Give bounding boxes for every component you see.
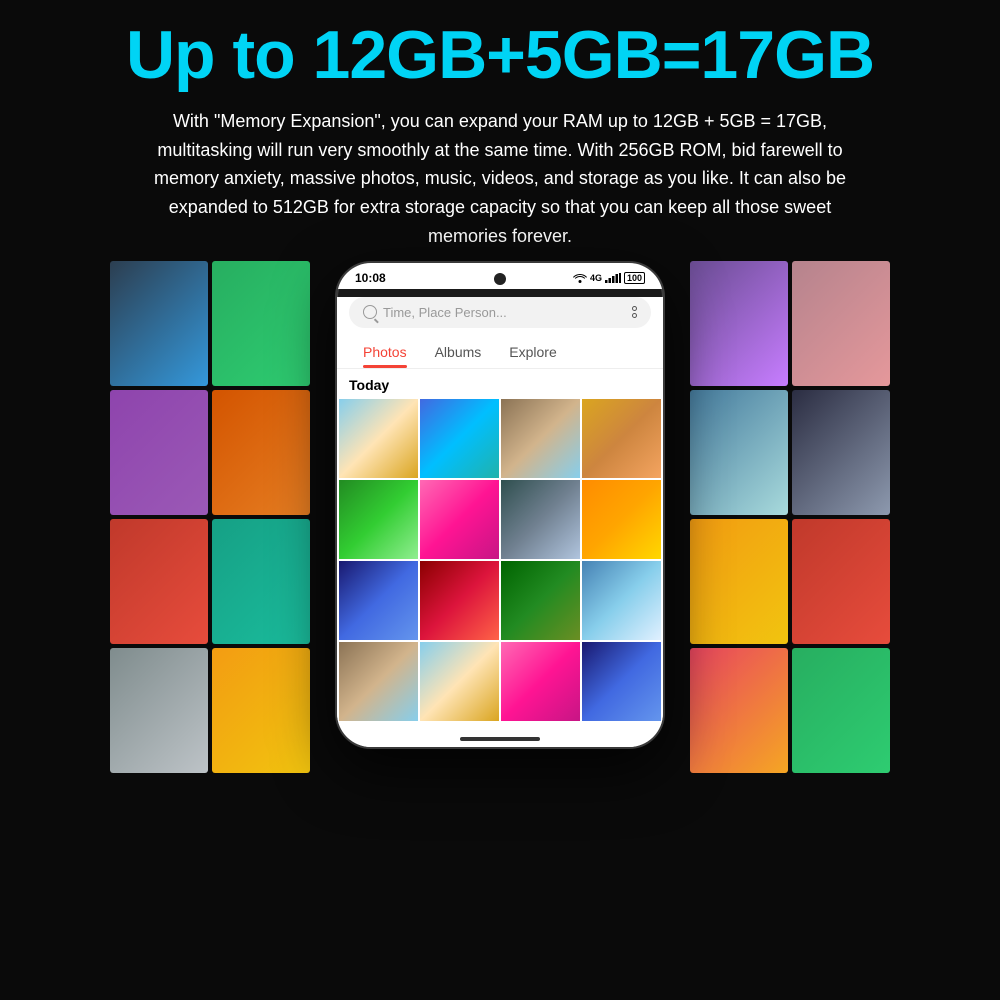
wifi-icon (573, 273, 587, 283)
phone-photo-grid (337, 397, 663, 723)
search-icon (363, 305, 377, 319)
phone-photo-9[interactable] (339, 561, 418, 640)
tab-explore[interactable]: Explore (495, 336, 570, 368)
bottom-bar (337, 723, 663, 747)
side-photo-4 (212, 390, 310, 515)
right-photo-8 (792, 648, 890, 773)
tab-albums[interactable]: Albums (421, 336, 496, 368)
tab-bar: Photos Albums Explore (337, 336, 663, 369)
phone-photo-3[interactable] (501, 399, 580, 478)
phone-body: 10:08 4G (335, 261, 665, 749)
phone-photo-1[interactable] (339, 399, 418, 478)
phone-photo-2[interactable] (420, 399, 499, 478)
phone-photo-8[interactable] (582, 480, 661, 559)
dot-top (632, 306, 637, 311)
phone-photo-16[interactable] (582, 642, 661, 721)
search-bar[interactable]: Time, Place Person... (349, 297, 651, 328)
phone-photo-6[interactable] (420, 480, 499, 559)
camera-notch (494, 273, 506, 285)
side-photo-8 (212, 648, 310, 773)
side-photo-3 (110, 390, 208, 515)
search-options[interactable] (632, 306, 637, 318)
left-photo-grid (110, 261, 310, 781)
tab-photos[interactable]: Photos (349, 336, 421, 368)
signal-icon (605, 273, 621, 283)
phone-photo-5[interactable] (339, 480, 418, 559)
right-photo-5 (690, 519, 788, 644)
headline: Up to 12GB+5GB=17GB (126, 18, 874, 93)
description: With "Memory Expansion", you can expand … (120, 107, 880, 251)
phone-photo-4[interactable] (582, 399, 661, 478)
right-photo-1 (690, 261, 788, 386)
page-wrapper: Up to 12GB+5GB=17GB With "Memory Expansi… (0, 0, 1000, 1000)
status-time: 10:08 (355, 271, 386, 285)
phone-wrapper: 10:08 4G (310, 261, 690, 749)
phone-photo-15[interactable] (501, 642, 580, 721)
right-photo-6 (792, 519, 890, 644)
right-photo-4 (792, 390, 890, 515)
phone-photo-11[interactable] (501, 561, 580, 640)
content-area: 10:08 4G (0, 261, 1000, 1000)
side-photo-6 (212, 519, 310, 644)
search-placeholder: Time, Place Person... (383, 305, 507, 320)
phone-screen: Time, Place Person... Photos Albums Expl… (337, 297, 663, 747)
home-indicator (460, 737, 540, 741)
dot-bottom (632, 313, 637, 318)
right-photo-7 (690, 648, 788, 773)
phone-photo-12[interactable] (582, 561, 661, 640)
side-photo-2 (212, 261, 310, 386)
status-icons: 4G 100 (573, 272, 645, 284)
phone-photo-7[interactable] (501, 480, 580, 559)
right-photo-2 (792, 261, 890, 386)
side-photo-5 (110, 519, 208, 644)
phone-photo-14[interactable] (420, 642, 499, 721)
phone-photo-13[interactable] (339, 642, 418, 721)
right-photo-grid (690, 261, 890, 781)
side-photo-1 (110, 261, 208, 386)
phone-photo-10[interactable] (420, 561, 499, 640)
right-photo-3 (690, 390, 788, 515)
side-photo-7 (110, 648, 208, 773)
today-label: Today (337, 369, 663, 397)
